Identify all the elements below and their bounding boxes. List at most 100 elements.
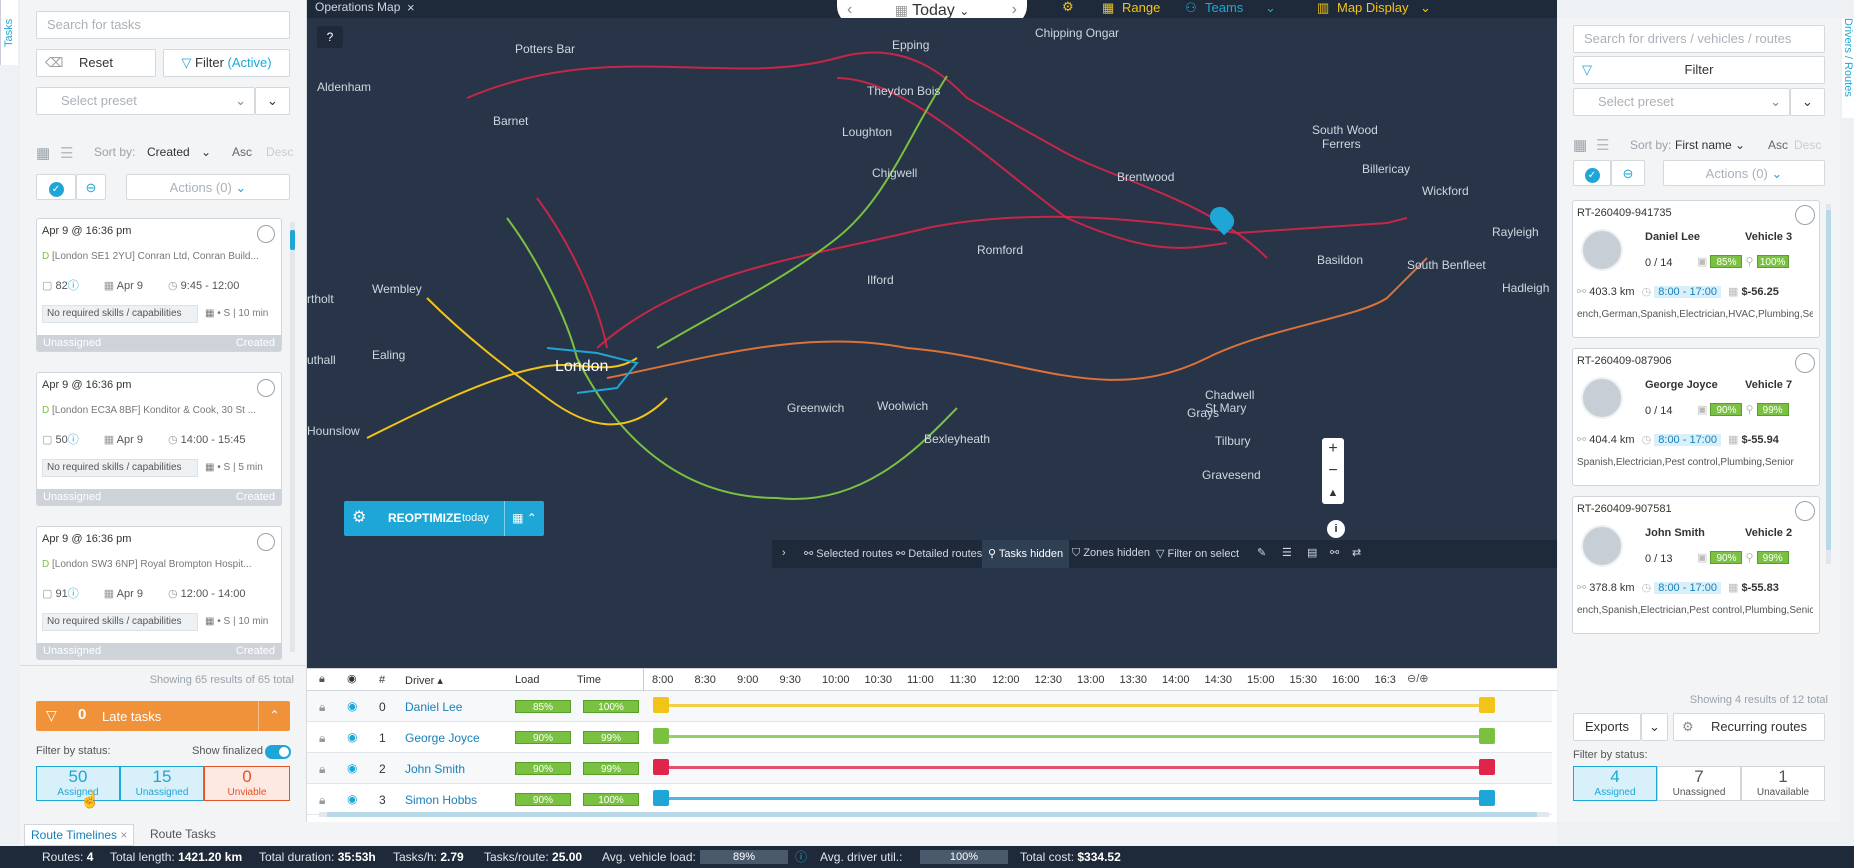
task-search-input[interactable]: Search for tasks [36,11,290,39]
row-driver[interactable]: George Joyce [405,731,480,745]
chevron-right-icon[interactable]: › [782,547,786,559]
route-card[interactable]: RT-260409-087906 George Joyce Vehicle 7 … [1572,348,1820,486]
route-preset-select[interactable]: Select preset ⌄ [1573,88,1790,116]
route-checkbox[interactable] [1795,501,1815,521]
sort-desc[interactable]: Desc [266,145,293,159]
eye-icon[interactable]: ◉ [347,730,357,744]
select-all-button[interactable]: ✓ [36,174,76,200]
gear-icon[interactable]: ⚙ [1062,0,1074,15]
zoom-in-button[interactable]: + [1322,438,1344,460]
info-icon[interactable]: ⓘ [795,846,807,868]
filter-on-select-toggle[interactable]: ▽ Filter on select [1156,547,1239,560]
route-search-input[interactable]: Search for drivers / vehicles / routes [1573,25,1825,53]
preset-select[interactable]: Select preset ⌄ [36,87,255,115]
list-view-icon[interactable]: ☰ [1596,136,1609,154]
route-icon[interactable]: ⚯ [1330,546,1339,559]
deselect-button[interactable]: ⊖ [1611,160,1645,186]
chevron-down-icon[interactable]: ⌄ [1265,0,1276,16]
status-tile-unassigned[interactable]: 7 Unassigned [1657,766,1741,801]
task-list-scrollbar[interactable] [290,222,295,652]
late-tasks-bar[interactable]: ▽ 0 Late tasks ⌃ [36,701,290,731]
preset-menu-button[interactable]: ⌄ [255,87,290,115]
tasks-hidden-toggle[interactable]: ⚲ Tasks hidden [982,540,1070,568]
route-card[interactable]: RT-260409-907581 John Smith Vehicle 2 0 … [1572,496,1820,634]
row-driver[interactable]: John Smith [405,762,465,776]
lock-icon[interactable]: 🔒︎ [319,700,325,715]
list-view-icon[interactable]: ☰ [60,144,73,162]
status-tile-unviable[interactable]: 0 Unviable [204,766,290,801]
close-icon[interactable]: × [407,0,415,15]
status-tile-unavailable[interactable]: 1 Unavailable [1741,766,1825,801]
grid-view-icon[interactable]: ▦ [36,144,50,162]
status-tile-assigned[interactable]: 50 Assigned [36,766,120,801]
task-card[interactable]: Apr 9 @ 16:36 pm D [London SE1 2YU] Conr… [36,218,282,352]
zoom-out-button[interactable]: − [1322,460,1344,482]
deselect-button[interactable]: ⊖ [76,174,106,200]
tab-route-tasks[interactable]: Route Tasks [150,827,216,841]
route-checkbox[interactable] [1795,205,1815,225]
recurring-routes-button[interactable]: ⚙ Recurring routes [1673,713,1825,741]
lock-icon[interactable]: 🔒︎ [319,731,325,746]
exports-menu-button[interactable]: ⌄ [1641,713,1668,741]
eye-icon[interactable]: ◉ [347,792,357,806]
status-tile-unassigned[interactable]: 15 Unassigned [120,766,204,801]
row-driver[interactable]: Simon Hobbs [405,793,477,807]
eye-icon[interactable]: ◉ [347,761,357,775]
sort-select[interactable]: First name ⌄ [1675,138,1745,152]
reset-button[interactable]: ⌫ Reset [36,49,156,77]
help-icon[interactable]: ? [317,26,343,48]
info-icon[interactable]: i [1327,520,1345,538]
drivers-routes-side-tab[interactable]: Drivers / Routes [1842,18,1854,118]
preset-menu-button[interactable]: ⌄ [1790,88,1825,116]
map-tab-title[interactable]: Operations Map [315,0,400,14]
operations-map[interactable]: ? Potters Bar Epping Chipping Ongar Aldenha… [307,18,1557,668]
timeline-scrollbar[interactable] [319,812,1549,817]
calendar-icon[interactable]: ▦ ⌃ [504,501,544,536]
eye-icon[interactable]: ◉ [347,672,357,685]
range-button[interactable]: Range [1122,0,1160,15]
col-driver[interactable]: Driver ▴ [405,674,443,687]
tasks-side-tab[interactable]: Tasks [0,0,18,65]
chart-icon[interactable]: ▤ [1307,546,1317,559]
selected-routes-toggle[interactable]: ⚯ Selected routes [804,547,893,560]
route-filter-button[interactable]: ▽ Filter [1573,56,1825,84]
zoom-icon[interactable]: ⊖/⊕ [1407,672,1429,685]
route-checkbox[interactable] [1795,353,1815,373]
task-card[interactable]: Apr 9 @ 16:36 pm D [London SW3 6NP] Roya… [36,526,282,660]
list-icon[interactable]: ☰ [1282,546,1292,559]
lock-icon[interactable]: 🔒︎ [319,762,325,777]
filter-button[interactable]: ▽ Filter (Active) [163,49,290,77]
show-finalized-toggle[interactable] [265,745,291,759]
actions-dropdown[interactable]: Actions (0) ⌄ [126,174,290,200]
task-checkbox[interactable] [257,533,275,551]
compass-icon[interactable]: ▲ [1322,482,1344,504]
teams-button[interactable]: Teams [1205,0,1243,15]
actions-dropdown[interactable]: Actions (0) ⌄ [1663,160,1825,186]
task-checkbox[interactable] [257,379,275,397]
lock-icon[interactable]: 🔒︎ [319,673,325,686]
task-checkbox[interactable] [257,225,275,243]
sort-asc[interactable]: Asc [1768,138,1788,152]
task-card[interactable]: Apr 9 @ 16:36 pm D [London EC3A 8BF] Kon… [36,372,282,506]
row-driver[interactable]: Daniel Lee [405,700,462,714]
timeline-row[interactable]: 🔒︎ ◉ 1 George Joyce 90% 99% [307,722,1552,753]
lock-icon[interactable]: 🔒︎ [319,793,325,808]
exports-button[interactable]: Exports [1573,713,1641,741]
chevron-up-icon[interactable]: ⌃ [258,701,290,731]
route-list-scrollbar[interactable] [1826,204,1831,564]
select-all-button[interactable]: ✓ [1573,160,1611,186]
sort-select[interactable]: Created ⌄ [147,145,211,159]
sort-asc[interactable]: Asc [232,145,252,159]
grid-view-icon[interactable]: ▦ [1573,136,1587,154]
timeline-row[interactable]: 🔒︎ ◉ 3 Simon Hobbs 90% 100% [307,784,1552,815]
map-display-button[interactable]: Map Display [1337,0,1409,15]
tab-route-timelines[interactable]: Route Timelines × [24,824,135,846]
pointer-icon[interactable]: ✎ [1257,546,1266,559]
swap-icon[interactable]: ⇄ [1352,546,1361,559]
chevron-down-icon[interactable]: ⌄ [1420,0,1431,16]
reoptimize-button[interactable]: ⚙ REOPTIMIZE today ▦ ⌃ [344,501,544,536]
sort-desc[interactable]: Desc [1794,138,1821,152]
zones-hidden-toggle[interactable]: ⛉ Zones hidden [1072,547,1150,560]
timeline-row[interactable]: 🔒︎ ◉ 0 Daniel Lee 85% 100% [307,691,1552,722]
status-tile-assigned[interactable]: 4 Assigned [1573,766,1657,801]
